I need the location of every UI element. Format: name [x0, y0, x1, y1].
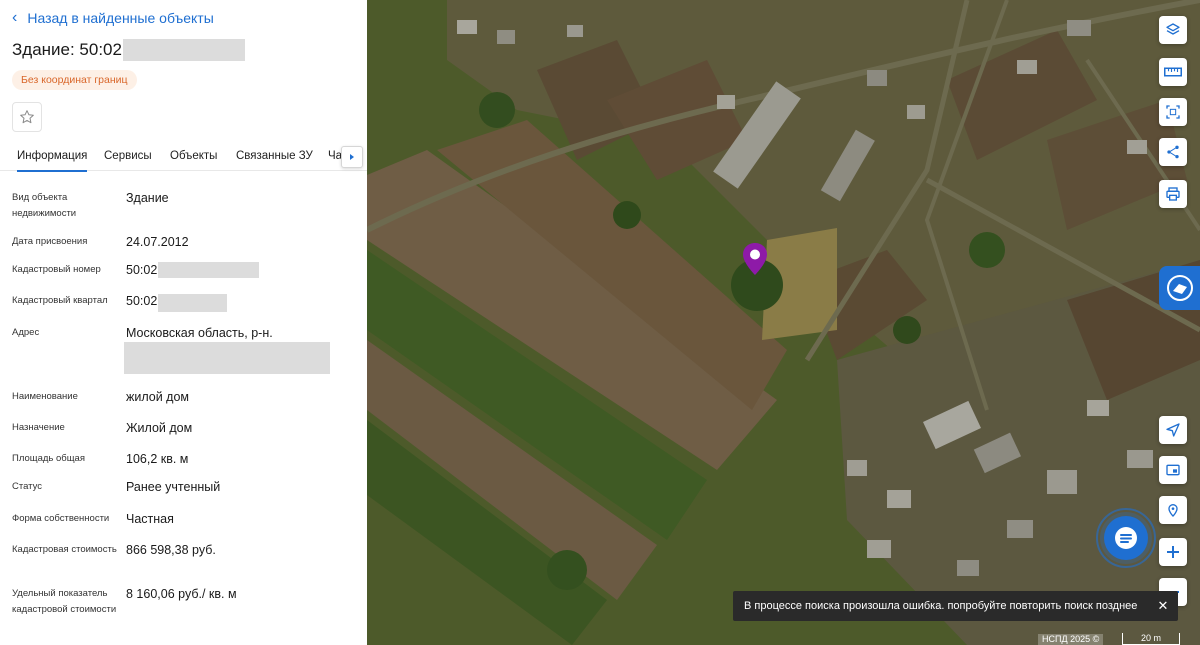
redacted-block [158, 262, 259, 278]
redacted-block [124, 342, 330, 374]
field-label: Кадастровая стоимость [12, 544, 117, 555]
location-search-icon [1168, 504, 1178, 517]
close-icon[interactable]: ✕ [1156, 591, 1170, 621]
field-value: Жилой дом [126, 421, 193, 435]
field-value: 24.07.2012 [126, 235, 189, 249]
field-value: 866 598,38 руб. [126, 543, 216, 557]
field-value: 50:02 [126, 294, 158, 308]
title-text: Здание: 50:02 [12, 40, 122, 59]
geolocation-button[interactable] [1159, 416, 1187, 444]
chat-button[interactable] [1104, 516, 1148, 560]
star-icon [20, 110, 34, 124]
error-toast: В процессе поиска произошла ошибка. попр… [733, 591, 1178, 621]
field-label: Вид объекта недвижимости [12, 192, 77, 219]
page-title: Здание: 50:02 [12, 39, 245, 61]
ruler-icon [1164, 67, 1182, 77]
layers-icon [1166, 23, 1180, 35]
tab-related-land[interactable]: Связанные ЗУ [236, 140, 313, 171]
field-value: 50:02 [126, 263, 158, 277]
status-badge: Без координат границ [12, 70, 137, 90]
toast-message: В процессе поиска произошла ошибка. попр… [744, 600, 1138, 612]
field-value: Ранее учтенный [126, 480, 221, 494]
field-label: Адрес [12, 327, 40, 338]
map-logo-icon [1166, 275, 1193, 301]
picture-in-picture-icon [1166, 464, 1180, 476]
field-value: Московская область, р-н. [126, 326, 273, 340]
field-value: Частная [126, 512, 174, 526]
field-label: Назначение [12, 422, 65, 433]
chevron-left-icon: ‹ [12, 9, 18, 26]
share-icon [1167, 145, 1179, 159]
layers-button[interactable] [1159, 16, 1187, 44]
chat-icon [1115, 527, 1137, 549]
navigation-arrow-icon [1166, 423, 1180, 437]
triangle-right-icon [350, 154, 354, 160]
location-pin-icon[interactable] [741, 242, 769, 276]
select-area-button[interactable] [1159, 98, 1187, 126]
tabs-scroll-right-button[interactable] [341, 146, 363, 168]
field-label: Площадь общая [12, 453, 85, 464]
tab-objects[interactable]: Объекты [170, 140, 217, 171]
field-label: Кадастровый квартал [12, 295, 108, 306]
zoom-in-button[interactable] [1159, 538, 1187, 566]
public-cadastral-map-button[interactable] [1159, 266, 1200, 310]
favorite-button[interactable] [12, 102, 42, 132]
field-label: Статус [12, 481, 43, 492]
field-label: Удельный показатель кадастровой стоимост… [12, 588, 117, 615]
field-label: Наименование [12, 391, 78, 402]
field-label: Кадастровый номер [12, 264, 101, 275]
scale-bar: 20 m [1122, 633, 1180, 645]
select-area-icon [1166, 105, 1180, 119]
print-button[interactable] [1159, 180, 1187, 208]
satellite-imagery [367, 0, 1200, 645]
map-attribution: НСПД 2025 © [1038, 634, 1104, 645]
plus-icon [1167, 546, 1179, 558]
printer-icon [1166, 187, 1180, 201]
satellite-map[interactable] [367, 0, 1200, 645]
minimap-button[interactable] [1159, 456, 1187, 484]
measure-button[interactable] [1159, 58, 1187, 86]
redacted-block [122, 39, 245, 61]
tab-partial[interactable]: Ча [328, 140, 341, 171]
field-value: 8 160,06 руб./ кв. м [126, 587, 237, 601]
info-panel: ‹ Назад в найденные объекты Здание: 50:0… [0, 0, 367, 645]
back-link-label: Назад в найденные объекты [27, 10, 214, 26]
redacted-block [158, 294, 227, 312]
tab-bar: Информация Сервисы Объекты Связанные ЗУ … [0, 140, 367, 172]
field-value: Здание [126, 191, 169, 205]
back-to-results-link[interactable]: ‹ Назад в найденные объекты [12, 9, 214, 27]
field-label: Дата присвоения [12, 236, 88, 247]
search-by-point-button[interactable] [1159, 496, 1187, 524]
field-value: 106,2 кв. м [126, 452, 189, 466]
field-label: Форма собственности [12, 513, 110, 524]
field-value: жилой дом [126, 390, 190, 404]
tab-services[interactable]: Сервисы [104, 140, 152, 171]
tab-info[interactable]: Информация [17, 140, 88, 172]
share-button[interactable] [1159, 138, 1187, 166]
